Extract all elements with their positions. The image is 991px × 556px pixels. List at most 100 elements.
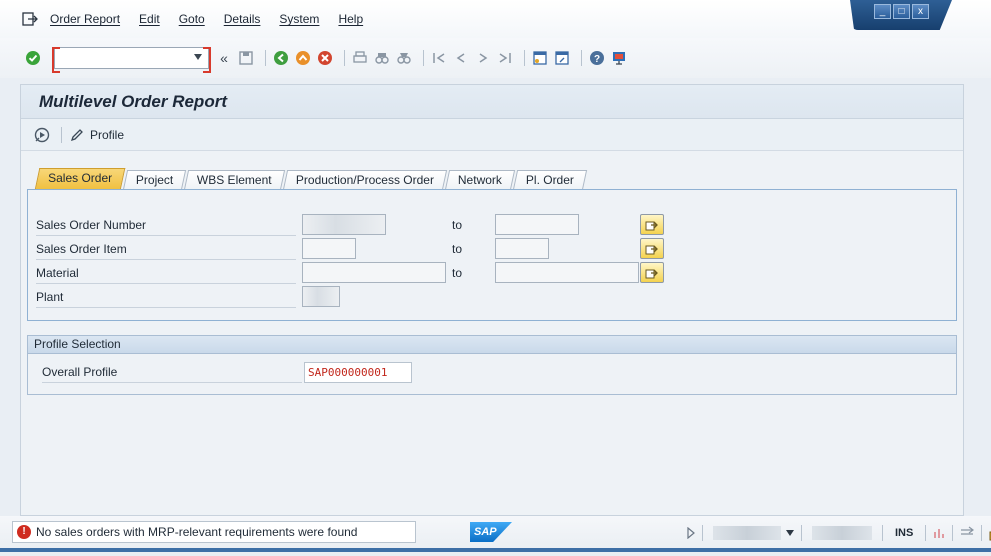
last-page-icon[interactable]	[496, 49, 514, 67]
sales-order-number-label: Sales Order Number	[36, 218, 296, 236]
toolbar-separator	[423, 50, 424, 66]
title-bar: Multilevel Order Report	[21, 85, 963, 119]
command-field[interactable]	[52, 47, 211, 73]
customize-layout-icon[interactable]	[610, 49, 628, 67]
close-window-button[interactable]: x	[912, 4, 929, 19]
print-icon[interactable]	[351, 49, 369, 67]
sales-order-item-to-input[interactable]	[495, 238, 549, 259]
multiple-selection-arrow-icon	[645, 245, 658, 254]
chevron-down-icon[interactable]	[194, 54, 202, 60]
menu-goto[interactable]: Goto	[179, 12, 205, 26]
next-page-icon[interactable]	[474, 49, 492, 67]
save-icon[interactable]	[237, 49, 255, 67]
sales-order-item-from-input[interactable]	[302, 238, 356, 259]
menu-exit-icon[interactable]	[22, 12, 38, 26]
material-to-input[interactable]	[495, 262, 639, 283]
shortcut-icon[interactable]	[553, 49, 571, 67]
svg-text:?: ?	[594, 54, 600, 65]
cancel-icon[interactable]	[316, 49, 334, 67]
tab-pl-order[interactable]: Pl. Order	[513, 170, 588, 190]
material-from-input[interactable]	[302, 262, 446, 283]
menu-order-report[interactable]: Order Report	[50, 12, 120, 26]
menu-edit[interactable]: Edit	[139, 12, 160, 26]
sales-order-item-row: Sales Order Item to	[28, 238, 688, 262]
plant-row: Plant	[28, 286, 688, 310]
profile-selection-title: Profile Selection	[28, 336, 956, 354]
create-session-icon[interactable]	[531, 49, 549, 67]
plant-input[interactable]	[302, 286, 340, 307]
enter-check-icon[interactable]	[24, 49, 42, 67]
status-separator	[925, 525, 927, 541]
main-panel: Multilevel Order Report Profile Sales Or…	[20, 84, 964, 516]
to-label: to	[452, 266, 463, 280]
maximize-button[interactable]: □	[893, 4, 910, 19]
profile-button[interactable]: Profile	[90, 128, 124, 142]
expand-status-icon[interactable]	[686, 527, 696, 539]
menu-bar: Order Report Edit Goto Details System He…	[0, 0, 991, 38]
tab-strip: Sales Order Project WBS Element Producti…	[34, 168, 588, 190]
status-bar: ! No sales orders with MRP-relevant requ…	[0, 516, 991, 556]
previous-page-icon[interactable]	[452, 49, 470, 67]
first-page-icon[interactable]	[430, 49, 448, 67]
menu-help[interactable]: Help	[338, 12, 363, 26]
overall-profile-input[interactable]: SAP000000001	[304, 362, 412, 383]
multiple-selection-arrow-icon	[645, 269, 658, 278]
multiple-selection-button[interactable]	[640, 214, 664, 235]
toolbar-separator	[581, 50, 582, 66]
page-title: Multilevel Order Report	[39, 91, 227, 111]
tab-wbs-element[interactable]: WBS Element	[184, 170, 286, 190]
status-separator	[801, 525, 802, 541]
menu-details[interactable]: Details	[224, 12, 261, 26]
toolbar-separator	[61, 126, 62, 143]
pencil-icon[interactable]	[68, 126, 86, 144]
toolbar-separator	[524, 50, 525, 66]
status-separator	[882, 525, 883, 541]
help-icon[interactable]: ?	[588, 49, 606, 67]
tab-network[interactable]: Network	[445, 170, 516, 190]
insert-mode-indicator: INS	[895, 527, 914, 539]
sales-order-item-label: Sales Order Item	[36, 242, 296, 260]
tab-project[interactable]: Project	[122, 170, 187, 190]
error-icon: !	[17, 525, 31, 539]
sales-order-tab-panel: Sales Order Number to Sales Order Item t…	[27, 189, 957, 321]
chevron-down-icon[interactable]	[785, 529, 795, 537]
sales-order-number-to-input[interactable]	[495, 214, 579, 235]
system-name-field	[713, 526, 781, 540]
connection-icon	[934, 529, 945, 538]
minimize-button[interactable]: _	[874, 4, 891, 19]
execute-icon[interactable]	[33, 126, 51, 144]
overall-profile-label: Overall Profile	[42, 365, 302, 383]
multiple-selection-button[interactable]	[640, 238, 664, 259]
toolbar-separator	[344, 50, 345, 66]
profile-selection-group: Profile Selection Overall Profile SAP000…	[27, 335, 957, 395]
tab-sales-order[interactable]: Sales Order	[34, 168, 126, 190]
system-info: INS	[686, 524, 991, 542]
sales-order-number-from-input[interactable]	[302, 214, 386, 235]
window-controls: _ □ x	[850, 0, 952, 30]
layout-toggle-icon[interactable]	[959, 526, 975, 540]
status-separator	[981, 525, 983, 541]
plant-label: Plant	[36, 290, 296, 308]
status-separator	[952, 525, 954, 541]
material-row: Material to	[28, 262, 688, 286]
material-label: Material	[36, 266, 296, 284]
back-icon[interactable]	[272, 49, 290, 67]
history-back-icon[interactable]: «	[215, 49, 233, 67]
find-icon[interactable]	[373, 49, 391, 67]
system-toolbar: « ?	[0, 38, 991, 78]
bottom-border	[0, 548, 991, 552]
menu-system[interactable]: System	[279, 12, 319, 26]
exit-icon[interactable]	[294, 49, 312, 67]
multiple-selection-arrow-icon	[645, 221, 658, 230]
status-message-text: No sales orders with MRP-relevant requir…	[36, 525, 358, 539]
to-label: to	[452, 218, 463, 232]
to-label: to	[452, 242, 463, 256]
toolbar-separator	[265, 50, 266, 66]
tab-production-process-order[interactable]: Production/Process Order	[282, 170, 448, 190]
sales-order-number-row: Sales Order Number to	[28, 214, 688, 238]
server-name-field	[812, 526, 872, 540]
status-message[interactable]: ! No sales orders with MRP-relevant requ…	[12, 521, 416, 543]
application-toolbar: Profile	[21, 119, 963, 151]
multiple-selection-button[interactable]	[640, 262, 664, 283]
find-next-icon[interactable]	[395, 49, 413, 67]
